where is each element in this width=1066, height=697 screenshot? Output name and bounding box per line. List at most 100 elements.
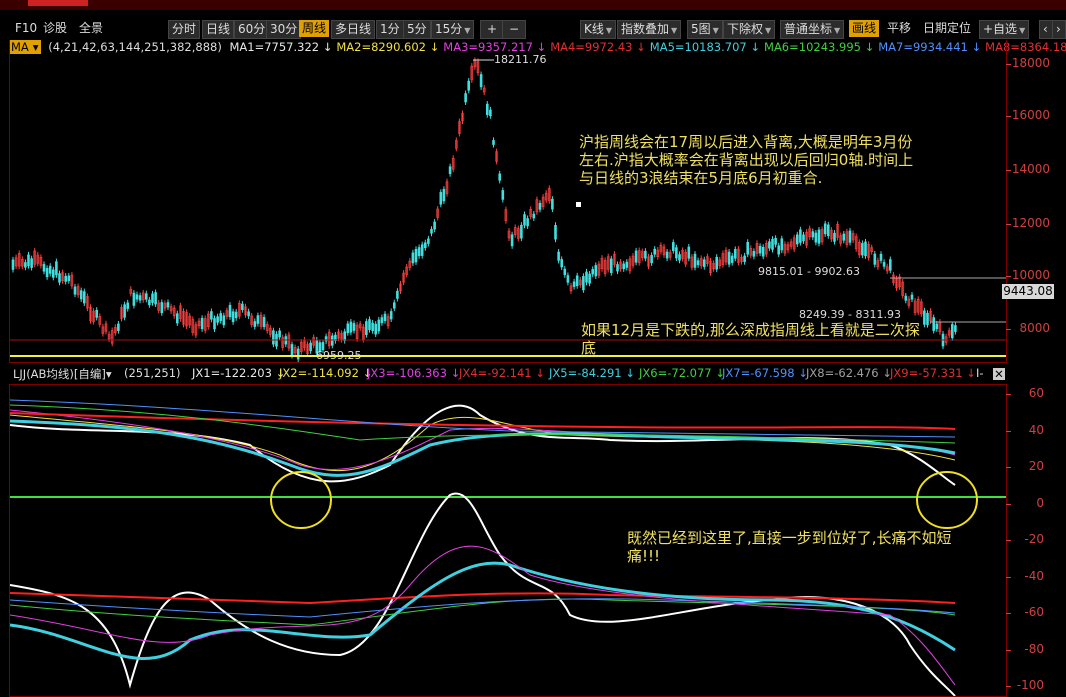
overlay-dropdown[interactable]: 指数叠加 ▼ — [617, 20, 682, 39]
candle — [526, 218, 529, 227]
highlight-circle-1[interactable] — [270, 471, 332, 529]
draw-button[interactable]: 画线 — [849, 20, 880, 37]
indicator-name: LJJ(AB均线)[自编] — [13, 367, 106, 381]
axis-tick-mark — [1006, 649, 1011, 651]
more-icon[interactable]: I- — [976, 366, 984, 380]
range-label-2: 8249.39 - 8311.93 — [799, 308, 901, 321]
candle — [554, 224, 557, 240]
axis-tick-mark — [1006, 64, 1011, 65]
zoom-in-button[interactable]: + — [480, 20, 504, 39]
candle — [154, 292, 157, 305]
indicator-axis-tick: -40 — [1024, 568, 1044, 583]
tab-15min-label: 15分 — [435, 22, 463, 36]
axis-tick-mark — [1006, 686, 1011, 687]
candle — [572, 281, 576, 287]
indicator-chart-panel[interactable]: 既然已经到这里了,直接一步到位好了,长痛不如短痛!!! — [9, 384, 1007, 697]
indicator-axis-tick: -60 — [1024, 605, 1044, 619]
candle — [768, 241, 771, 249]
candle — [417, 247, 421, 257]
tab-1min[interactable]: 1分 — [376, 20, 404, 39]
tab-weekly[interactable]: 周线 — [299, 20, 330, 37]
candle — [594, 265, 598, 277]
annotation-top-note[interactable]: 沪指周线会在17周以后进入背离,大概是明年3月份左右.沪指大概率会在背离出现以后… — [579, 133, 919, 187]
axis-tick-mark — [1006, 467, 1011, 468]
tab-15min-dropdown[interactable]: 15分 ▼ — [431, 20, 475, 39]
annotation-anchor-handle[interactable] — [576, 202, 581, 207]
kline-dropdown[interactable]: K线 ▼ — [580, 20, 617, 39]
candle — [64, 275, 68, 282]
coord-dropdown[interactable]: 普通坐标 ▼ — [780, 20, 845, 39]
tab-multiday[interactable]: 多日线 — [331, 20, 376, 39]
adjust-dropdown[interactable]: 下除权 ▼ — [723, 20, 776, 39]
toolbar: F10 诊股 全景 分时 日线 60分 30分 周线 多日线 1分 5分 15分… — [0, 18, 1066, 40]
annotation-bottom-note[interactable]: 既然已经到这里了,直接一步到位好了,长痛不如短痛!!! — [627, 529, 967, 565]
watchlist-dropdown[interactable]: +自选 ▼ — [979, 20, 1030, 39]
candle — [48, 265, 52, 274]
candle — [532, 213, 536, 219]
annotation-mid-note[interactable]: 如果12月是下跌的,那么深成指周线上看就是二次探底 — [581, 321, 921, 357]
jx-value-4: JX4=-92.141 ↓ — [459, 366, 545, 380]
chevron-down-icon: ▼ — [671, 26, 678, 35]
candle — [346, 323, 350, 334]
high-price-label: 18211.76 — [494, 53, 547, 66]
price-axis-tick: 10000 — [1011, 268, 1050, 282]
candle — [774, 237, 777, 245]
chevron-down-icon: ▼ — [834, 26, 841, 35]
candle — [219, 313, 222, 321]
chevron-down-icon: ▼ — [765, 26, 772, 35]
axis-tick-mark — [1006, 503, 1011, 505]
candle — [492, 140, 495, 145]
candle — [160, 302, 164, 314]
candle — [383, 313, 387, 321]
tab-intraday[interactable]: 分时 — [168, 20, 201, 39]
candle — [566, 275, 570, 283]
price-chart-panel[interactable]: 18211.76 6959.25 9815.01 - 9902.63 8249.… — [9, 40, 1007, 363]
close-icon[interactable]: ✕ — [993, 368, 1005, 380]
pan-button[interactable]: 平移 — [884, 20, 914, 37]
candle — [365, 321, 368, 335]
candle — [352, 323, 356, 331]
date-locate-button[interactable]: 日期定位 — [920, 20, 974, 37]
candle — [24, 262, 27, 268]
candle — [644, 250, 647, 259]
candle — [932, 317, 936, 331]
jx-value-1: JX1=-122.203 ↓ — [192, 366, 286, 380]
expand-icon[interactable]: › — [1052, 20, 1066, 39]
candle — [433, 221, 436, 230]
candle — [411, 252, 415, 264]
candle — [671, 242, 675, 251]
candle — [826, 224, 830, 237]
tab-30min[interactable]: 30分 — [266, 20, 302, 39]
chevron-down-icon: ▼ — [464, 26, 471, 35]
tab-60min[interactable]: 60分 — [234, 20, 270, 39]
chevron-down-icon: ▼ — [712, 26, 719, 35]
candle — [479, 74, 483, 88]
candle — [842, 233, 846, 241]
candle — [228, 304, 232, 317]
indicator-params: (251,251) — [124, 366, 181, 380]
candle — [585, 271, 588, 283]
candle — [374, 323, 378, 335]
zoom-out-button[interactable]: − — [502, 20, 526, 39]
indicator-axis-tick: 0 — [1036, 495, 1044, 510]
candle — [733, 249, 737, 259]
window-tab[interactable] — [28, 0, 88, 6]
tab-daily[interactable]: 日线 — [202, 20, 235, 39]
indicator-axis-tick: 20 — [1028, 459, 1044, 473]
layout-dropdown[interactable]: 5图 ▼ — [687, 20, 723, 39]
indicator-axis: 60 40 20 0 -20 -40 -60 -80 -100 — [1006, 384, 1066, 695]
candle — [833, 232, 836, 242]
candle — [678, 254, 681, 261]
tab-5min[interactable]: 5分 — [403, 20, 431, 39]
candle — [489, 109, 492, 117]
price-axis: 18000 16000 14000 12000 10000 8000 — [1006, 40, 1066, 362]
candle — [148, 299, 151, 306]
candle — [377, 319, 381, 332]
f10-button[interactable]: F10 — [12, 20, 40, 37]
candle — [777, 245, 781, 255]
indicator-selector[interactable]: LJJ(AB均线)[自编]▾ — [13, 366, 112, 382]
candle — [278, 330, 281, 338]
candle — [330, 335, 334, 346]
diagnose-button[interactable]: 诊股 — [40, 20, 70, 37]
overview-button[interactable]: 全景 — [76, 20, 106, 37]
